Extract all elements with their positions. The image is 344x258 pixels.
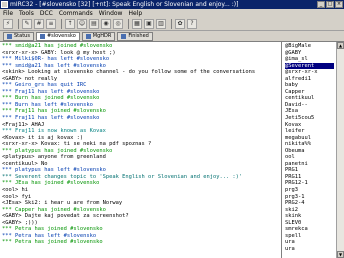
title-bar: mIRC32 - [#slovensko [32] [+nt]: Speak E… — [0, 0, 344, 9]
log-icon[interactable]: ✿ — [175, 19, 185, 29]
tile-icon[interactable]: ▦ — [132, 19, 142, 29]
arrange-icon[interactable]: ▥ — [156, 19, 166, 29]
chat-line: *** Petra has joined #slovensko — [2, 239, 103, 246]
nick-item[interactable]: ura — [285, 246, 334, 253]
tab-slovensko[interactable]: #slovensko — [35, 31, 80, 41]
help-icon[interactable]: ? — [187, 19, 197, 29]
notify-icon[interactable]: ◉ — [101, 19, 111, 29]
window-controls: _ □ × — [317, 1, 343, 8]
toolbar-separator — [18, 19, 19, 29]
toolbar: ⚡ ✎ # ≡ ↑ ☺ ▤ ◉ ◎ ▦ ▣ ▥ ✿ ? — [0, 18, 344, 31]
list-icon[interactable]: ≡ — [46, 19, 56, 29]
tab-label: #slovensko — [46, 32, 76, 39]
app-icon[interactable] — [1, 1, 8, 8]
options-icon[interactable]: ✎ — [22, 19, 32, 29]
address-book-icon[interactable]: ▤ — [89, 19, 99, 29]
status-icon — [7, 33, 12, 39]
maximize-button[interactable]: □ — [326, 1, 334, 8]
tab-mghdr[interactable]: MgHDR — [81, 31, 116, 41]
menu-bar: File Tools DCC Commands Window Help — [0, 9, 344, 18]
channels-icon[interactable]: # — [34, 19, 44, 29]
toolbar-separator — [61, 19, 62, 29]
minimize-button[interactable]: _ — [317, 1, 325, 8]
close-button[interactable]: × — [335, 1, 343, 8]
menu-commands[interactable]: Commands — [59, 9, 93, 18]
menu-window[interactable]: Window — [99, 9, 123, 18]
menu-tools[interactable]: Tools — [19, 9, 34, 18]
tab-finished[interactable]: Finished — [117, 31, 153, 41]
scroll-up-icon[interactable]: ▲ — [337, 42, 344, 49]
tab-label: Finished — [128, 32, 149, 39]
tab-status[interactable]: Status — [3, 31, 34, 41]
cascade-icon[interactable]: ▣ — [144, 19, 154, 29]
connect-icon[interactable]: ⚡ — [3, 19, 13, 29]
dcc-icon — [121, 33, 127, 39]
menu-dcc[interactable]: DCC — [40, 9, 53, 18]
chat-line: <skink> Looking at slovensko channel - d… — [2, 69, 256, 76]
dcc-chat-icon[interactable]: ☺ — [77, 19, 87, 29]
nick-list[interactable]: @BigMale @GABY @ima_sl @Severent @srxr-xr-x a… — [283, 42, 336, 258]
channel-icon — [39, 33, 45, 39]
dcc-send-icon[interactable]: ↑ — [65, 19, 75, 29]
switchbar: Status #slovensko MgHDR Finished — [0, 31, 344, 42]
tab-label: MgHDR — [92, 32, 112, 39]
chat-log[interactable]: *** smid@a21 has joined #slovensko <srxr-… — [0, 42, 282, 258]
nicklist-scrollbar[interactable]: ▲ ▼ — [336, 42, 344, 258]
urls-icon[interactable]: ◎ — [113, 19, 123, 29]
toolbar-separator — [128, 19, 129, 29]
window-title: mIRC32 - [#slovensko [32] [+nt]: Speak E… — [10, 1, 239, 8]
menu-file[interactable]: File — [3, 9, 13, 18]
query-icon — [85, 33, 91, 39]
toolbar-separator — [171, 19, 172, 29]
scroll-down-icon[interactable]: ▼ — [337, 251, 344, 258]
menu-help[interactable]: Help — [128, 9, 142, 18]
tab-label: Status — [14, 32, 30, 39]
